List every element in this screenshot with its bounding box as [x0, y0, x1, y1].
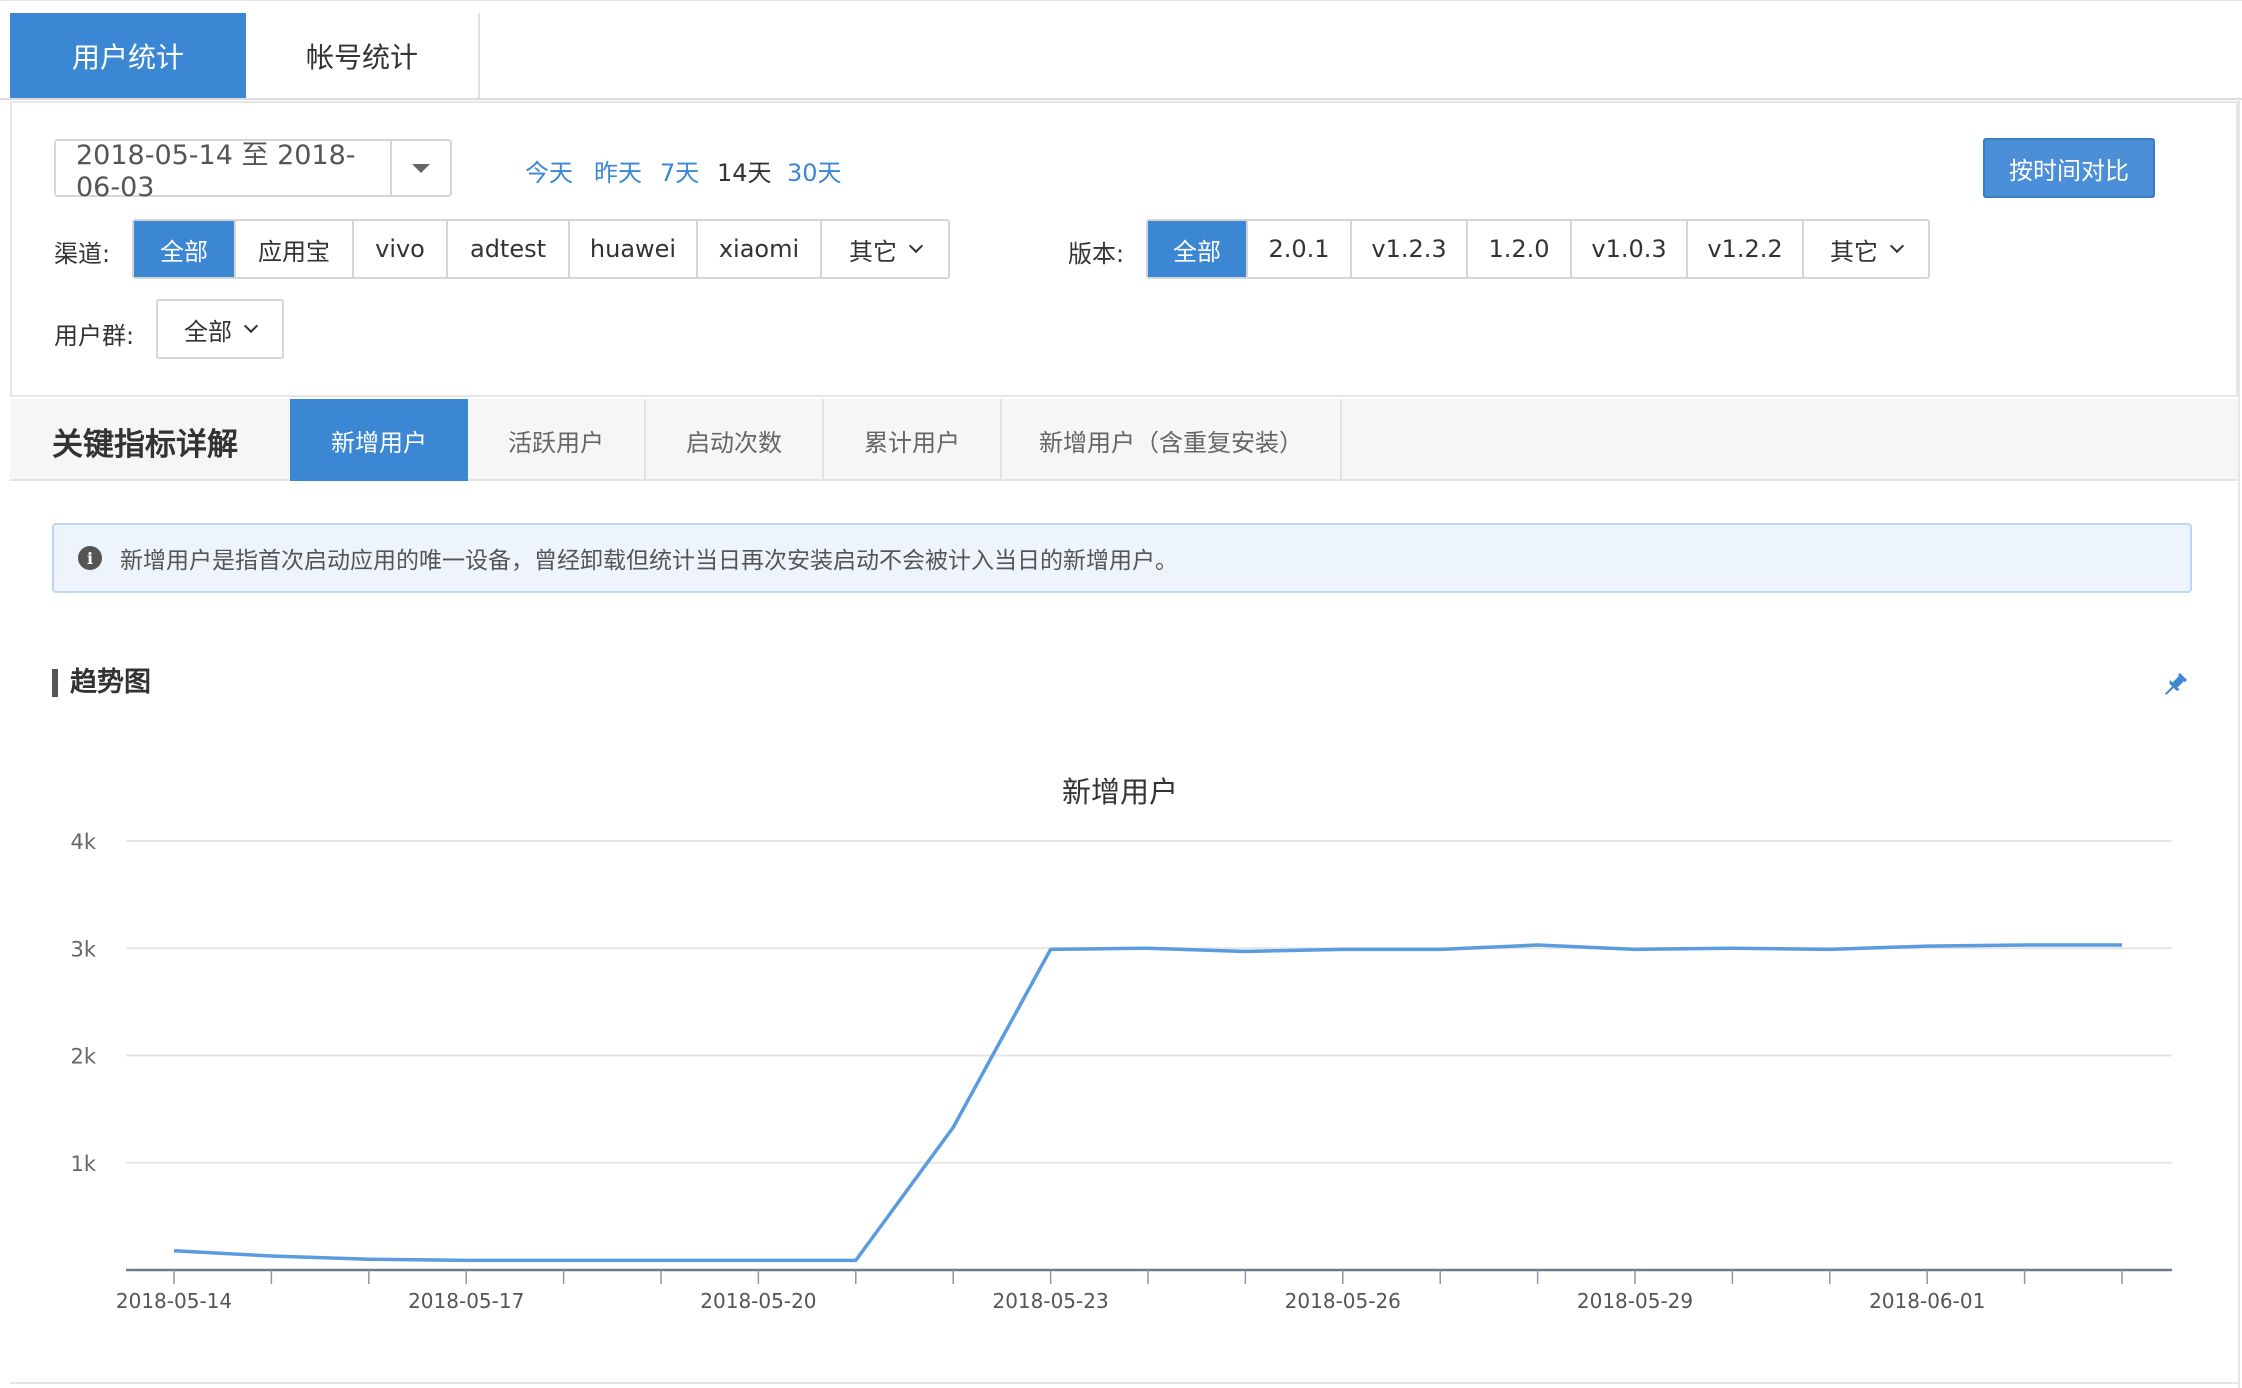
info-text: 新增用户是指首次启动应用的唯一设备，曾经卸载但统计当日再次安装启动不会被计入当日… — [120, 548, 1178, 574]
tab-user-stats[interactable]: 用户统计 — [10, 13, 246, 98]
x-tick-label: 2018-05-23 — [992, 1289, 1108, 1313]
x-tick-label: 2018-05-26 — [1285, 1289, 1401, 1313]
tab-new-users-reinstall[interactable]: 新增用户（含重复安装） — [1002, 399, 1342, 481]
pin-icon[interactable] — [2160, 670, 2190, 700]
metrics-tab-row: 关键指标详解 新增用户 活跃用户 启动次数 累计用户 新增用户（含重复安装） — [10, 399, 2238, 481]
version-option-v1-0-3[interactable]: v1.0.3 — [1572, 221, 1688, 277]
caret-down-icon — [412, 163, 430, 173]
quick-range-7d[interactable]: 7天 — [660, 153, 699, 188]
tab-account-stats[interactable]: 帐号统计 — [246, 13, 480, 98]
quick-range-yesterday[interactable]: 昨天 — [594, 153, 642, 188]
tab-launch-count[interactable]: 启动次数 — [646, 399, 824, 481]
x-tick-label: 2018-05-14 — [116, 1289, 232, 1313]
x-tick-label: 2018-05-29 — [1577, 1289, 1693, 1313]
tab-cumulative-users[interactable]: 累计用户 — [824, 399, 1002, 481]
metrics-title: 关键指标详解 — [52, 427, 238, 463]
y-tick-label: 2k — [70, 1045, 96, 1069]
date-range-picker[interactable]: 2018-05-14 至 2018-06-03 — [54, 139, 452, 203]
series-line-new-users — [173, 943, 2122, 1263]
x-tick-label: 2018-06-01 — [1869, 1289, 1985, 1313]
version-option-1-2-0[interactable]: 1.2.0 — [1468, 221, 1572, 277]
user-group-label: 用户群: — [54, 322, 135, 350]
user-group-value: 全部 — [184, 317, 232, 346]
panel-bottom-border — [10, 1382, 2238, 1384]
chart-axes: 1k 2k 3k 4k 2018-05-14 2018-05-17 2018-05-20 20… — [70, 830, 2172, 1313]
chart-grid — [126, 840, 2172, 1164]
channel-option-xiaomi[interactable]: xiaomi — [698, 221, 822, 277]
channel-label: 渠道: — [54, 240, 111, 268]
quick-range-14d[interactable]: 14天 — [717, 153, 772, 188]
channel-option-all[interactable]: 全部 — [134, 221, 236, 277]
version-label: 版本: — [1068, 240, 1125, 268]
channel-option-adtest[interactable]: adtest — [448, 221, 570, 277]
version-option-2-0-1[interactable]: 2.0.1 — [1248, 221, 1352, 277]
tab-active-users[interactable]: 活跃用户 — [468, 399, 646, 481]
y-tick-label: 1k — [70, 1152, 96, 1176]
x-tick-label: 2018-05-20 — [700, 1289, 816, 1313]
channel-option-vivo[interactable]: vivo — [354, 221, 448, 277]
compare-by-time-button[interactable]: 按时间对比 — [1983, 138, 2155, 198]
channel-option-huawei[interactable]: huawei — [570, 221, 698, 277]
top-tab-bar: 用户统计 帐号统计 — [0, 0, 2242, 100]
trend-chart: 新增用户 1k 2k 3k 4k 2018-05-14 2018-05-17 2018-05… — [70, 775, 2172, 1313]
chevron-down-icon — [908, 238, 924, 254]
chevron-down-icon — [243, 318, 259, 334]
user-group-select[interactable]: 全部 — [156, 299, 284, 359]
date-range-value: 2018-05-14 至 2018-06-03 — [76, 140, 356, 203]
version-option-v1-2-3[interactable]: v1.2.3 — [1352, 221, 1468, 277]
info-icon: i — [78, 546, 102, 570]
quick-range-30d[interactable]: 30天 — [787, 153, 842, 188]
filter-panel: 2018-05-14 至 2018-06-03 今天 昨天 7天 14天 30天… — [10, 101, 2238, 397]
channel-option-yingyongbao[interactable]: 应用宝 — [236, 221, 354, 277]
section-title: 趋势图 — [52, 669, 151, 697]
date-dropdown-toggle[interactable] — [390, 141, 450, 195]
chart-title: 新增用户 — [1062, 775, 1178, 809]
channel-other-label: 其它 — [849, 237, 897, 266]
tab-new-users[interactable]: 新增用户 — [290, 399, 468, 481]
version-segmented-control: 全部 2.0.1 v1.2.3 1.2.0 v1.0.3 v1.2.2 其它 — [1146, 219, 1930, 279]
quick-range-today[interactable]: 今天 — [525, 153, 573, 188]
version-option-other[interactable]: 其它 — [1804, 221, 1928, 277]
channel-option-other[interactable]: 其它 — [822, 221, 948, 277]
channel-segmented-control: 全部 应用宝 vivo adtest huawei xiaomi 其它 — [132, 219, 950, 279]
chevron-down-icon — [1889, 238, 1905, 254]
version-option-all[interactable]: 全部 — [1148, 221, 1248, 277]
chart-series — [173, 943, 2122, 1263]
version-option-v1-2-2[interactable]: v1.2.2 — [1688, 221, 1804, 277]
x-tick-label: 2018-05-17 — [408, 1289, 524, 1313]
version-other-label: 其它 — [1830, 237, 1878, 266]
y-tick-label: 4k — [70, 830, 96, 854]
info-alert: i 新增用户是指首次启动应用的唯一设备，曾经卸载但统计当日再次安装启动不会被计入… — [52, 523, 2192, 593]
y-tick-label: 3k — [70, 937, 96, 961]
